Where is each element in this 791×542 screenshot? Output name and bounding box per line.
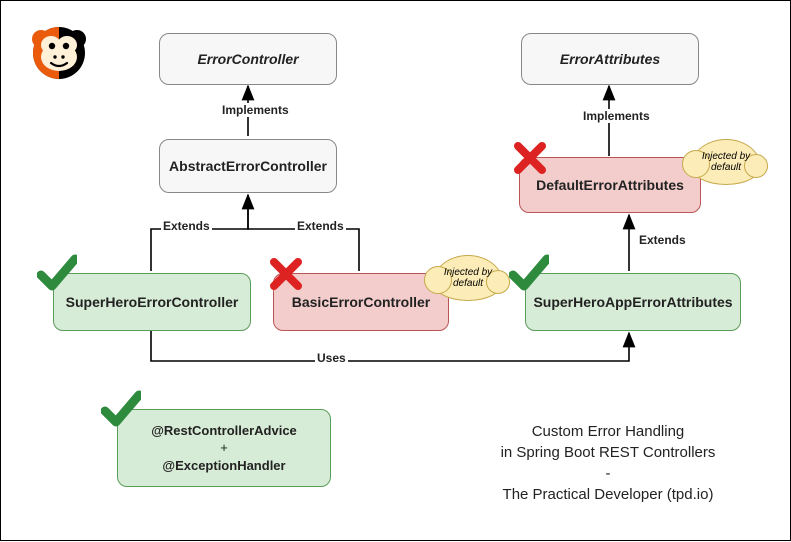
box-error-controller: ErrorController (159, 33, 337, 85)
caption-block: Custom Error Handling in Spring Boot RES… (463, 421, 753, 505)
box-advice: @RestControllerAdvice + @ExceptionHandle… (117, 409, 331, 487)
cloud-text: Injected by default (696, 151, 756, 173)
caption-line3: - (463, 463, 753, 484)
edge-implements-1: Implements (220, 103, 291, 117)
cloud-text: Injected by default (438, 267, 498, 289)
edge-extends-3: Extends (637, 233, 688, 247)
box-superhero-app-error-attributes: SuperHeroAppErrorAttributes (525, 273, 741, 331)
caption-line2: in Spring Boot REST Controllers (463, 442, 753, 463)
diagram-canvas: ErrorController ErrorAttributes Abstract… (0, 0, 791, 541)
cross-icon (513, 141, 547, 175)
advice-line1: @RestControllerAdvice (151, 422, 297, 440)
label: BasicErrorController (292, 293, 430, 312)
cloud-injected-1: Injected by default (433, 255, 503, 301)
advice-plus: + (220, 439, 228, 457)
edge-uses: Uses (315, 351, 348, 365)
check-icon (509, 253, 549, 293)
check-icon (37, 253, 77, 293)
label: DefaultErrorAttributes (536, 176, 684, 195)
cloud-injected-2: Injected by default (691, 139, 761, 185)
box-abstract-error-controller: AbstractErrorController (159, 139, 337, 193)
edge-extends-2: Extends (295, 219, 346, 233)
label: SuperHeroAppErrorAttributes (533, 293, 732, 312)
label: AbstractErrorController (169, 157, 327, 176)
advice-line2: @ExceptionHandler (162, 457, 285, 475)
label: ErrorController (197, 50, 298, 69)
box-error-attributes: ErrorAttributes (521, 33, 699, 85)
cross-icon (269, 257, 303, 291)
label: SuperHeroErrorController (66, 293, 239, 312)
caption-line4: The Practical Developer (tpd.io) (463, 484, 753, 505)
edge-implements-2: Implements (581, 109, 652, 123)
caption-line1: Custom Error Handling (463, 421, 753, 442)
monkey-logo-icon (29, 23, 89, 83)
edge-extends-1: Extends (161, 219, 212, 233)
box-superhero-error-controller: SuperHeroErrorController (53, 273, 251, 331)
label: ErrorAttributes (560, 50, 660, 69)
check-icon (101, 389, 141, 429)
